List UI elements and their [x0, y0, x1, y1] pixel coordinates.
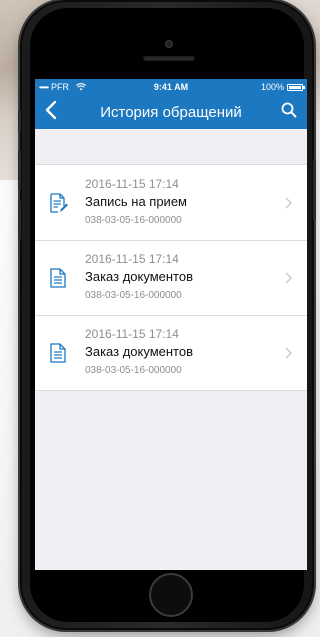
chevron-right-icon	[281, 272, 295, 284]
back-button[interactable]	[37, 97, 65, 127]
request-title: Заказ документов	[85, 343, 194, 359]
list-item[interactable]: 2016-11-15 17:14 Запись на прием 038-03-…	[35, 165, 307, 240]
wifi-icon	[75, 83, 87, 91]
chevron-left-icon	[45, 100, 57, 125]
request-date: 2016-11-15 17:14	[85, 251, 179, 266]
document-edit-icon	[47, 192, 69, 214]
request-date: 2016-11-15 17:14	[85, 176, 179, 191]
request-number: 038-03-05-16-000000	[85, 364, 182, 376]
list-item-text: 2016-11-15 17:14 Заказ документов 038-03…	[85, 251, 281, 305]
status-bar: ••••• PFR 9:41 AM 100%	[35, 79, 307, 95]
power-button	[313, 160, 316, 220]
search-icon	[281, 102, 297, 123]
request-title: Заказ документов	[85, 268, 194, 284]
list-item-text: 2016-11-15 17:14 Заказ документов 038-03…	[85, 326, 281, 380]
battery-icon	[287, 83, 305, 91]
status-right: 100%	[260, 82, 305, 92]
battery-percentage: 100%	[260, 82, 284, 92]
page-title: История обращений	[100, 103, 242, 121]
request-number: 038-03-05-16-000000	[85, 214, 182, 226]
status-left: ••••• PFR	[39, 82, 87, 92]
request-title: Запись на прием	[85, 193, 187, 209]
carrier-name: PFR	[51, 82, 70, 92]
signal-strength-icon: •••••	[39, 82, 49, 92]
list-item[interactable]: 2016-11-15 17:14 Заказ документов 038-03…	[35, 315, 307, 390]
speaker-grille	[143, 56, 195, 61]
list-item-text: 2016-11-15 17:14 Запись на прием 038-03-…	[85, 176, 281, 230]
request-history-list: 2016-11-15 17:14 Запись на прием 038-03-…	[35, 164, 307, 391]
document-icon	[47, 342, 69, 364]
list-item[interactable]: 2016-11-15 17:14 Заказ документов 038-03…	[35, 240, 307, 315]
chevron-right-icon	[281, 197, 295, 209]
request-number: 038-03-05-16-000000	[85, 289, 182, 301]
camera-icon	[165, 40, 173, 48]
home-button[interactable]	[149, 573, 193, 617]
mute-switch	[18, 110, 21, 132]
search-button[interactable]	[275, 97, 303, 127]
volume-up-button	[18, 150, 21, 190]
document-icon	[47, 267, 69, 289]
chevron-right-icon	[281, 347, 295, 359]
app-screen: ••••• PFR 9:41 AM 100% История обращений…	[35, 79, 307, 570]
list-top-spacer	[35, 129, 307, 164]
navigation-bar: История обращений	[35, 95, 307, 129]
volume-down-button	[18, 200, 21, 240]
request-date: 2016-11-15 17:14	[85, 326, 179, 341]
